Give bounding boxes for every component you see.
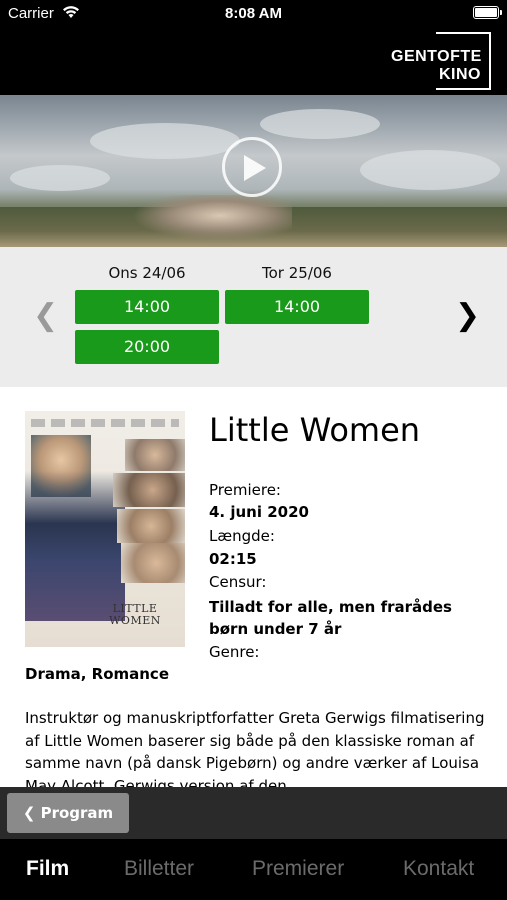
poster-title: LITTLE WOMEN — [109, 602, 161, 627]
day-label: Ons 24/06 — [108, 264, 186, 282]
tab-kontakt[interactable]: Kontakt — [403, 857, 474, 881]
length-value: 02:15 — [209, 550, 257, 568]
movie-description: Instruktør og manuskriptforfatter Greta … — [25, 709, 485, 787]
premiere-value: 4. juni 2020 — [209, 503, 309, 521]
day-label: Tor 25/06 — [262, 264, 332, 282]
back-bar: ❮ Program — [0, 787, 507, 839]
chevron-left-icon[interactable]: ❮ — [33, 298, 58, 333]
censor-value: Tilladt for alle, men frarådes børn unde… — [209, 598, 452, 638]
showtime-button[interactable]: 14:00 — [225, 290, 369, 324]
premiere-label: Premiere: — [209, 481, 281, 499]
logo-line1: GENTOFTE — [391, 48, 482, 65]
tab-film[interactable]: Film — [26, 857, 69, 881]
genre-label: Genre: — [209, 643, 260, 661]
length-label: Længde: — [209, 527, 275, 545]
tab-premierer[interactable]: Premierer — [252, 857, 344, 881]
movie-details: LITTLE WOMEN Little Women Premiere: 4. j… — [0, 387, 507, 787]
clock: 8:08 AM — [225, 5, 282, 22]
movie-poster: LITTLE WOMEN — [25, 411, 185, 647]
trailer-video[interactable] — [0, 95, 507, 247]
movie-title: Little Women — [209, 411, 421, 449]
back-to-program-button[interactable]: ❮ Program — [7, 793, 129, 833]
showtime-button[interactable]: 14:00 — [75, 290, 219, 324]
genre-value: Drama, Romance — [25, 665, 169, 683]
play-icon[interactable] — [222, 137, 282, 197]
status-bar: Carrier 8:08 AM — [0, 0, 507, 28]
showtime-button[interactable]: 20:00 — [75, 330, 219, 364]
tab-billetter[interactable]: Billetter — [124, 857, 194, 881]
app-header: GENTOFTE KINO — [0, 28, 507, 95]
tab-bar: Film Billetter Premierer Kontakt — [0, 839, 507, 900]
logo-line2: KINO — [439, 66, 481, 83]
censor-label: Censur: — [209, 573, 267, 591]
chevron-right-icon[interactable]: ❯ — [455, 298, 480, 333]
gentofte-kino-logo: GENTOFTE KINO — [389, 32, 491, 90]
battery-icon — [473, 6, 502, 19]
